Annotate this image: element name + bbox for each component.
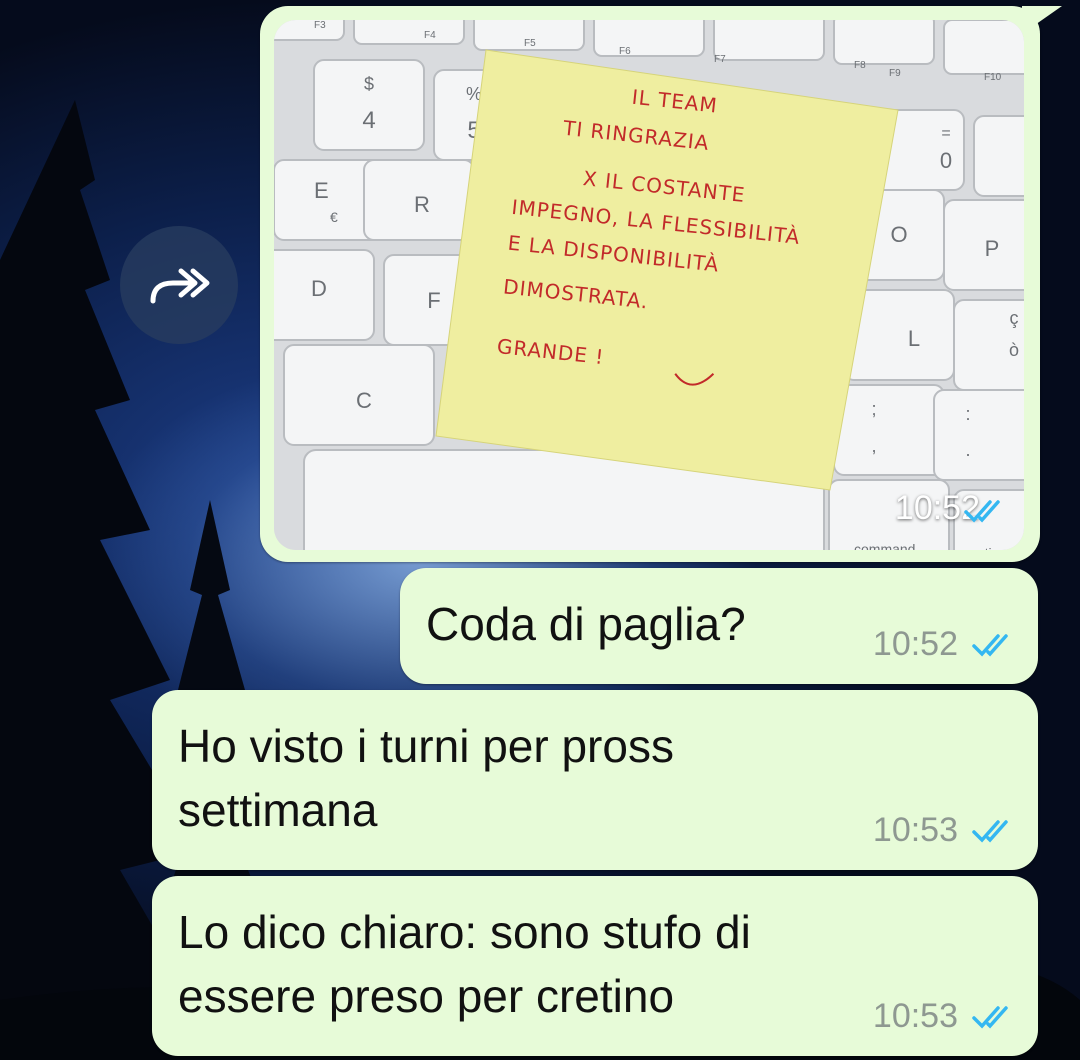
svg-text:C: C (356, 388, 372, 413)
read-receipt-icon (972, 820, 1008, 843)
sticky-note: IL TEAM TI RINGRAZIA X IL COSTANTE IMPEG… (435, 49, 899, 491)
svg-text:ò: ò (1009, 340, 1019, 360)
svg-text:F4: F4 (424, 30, 436, 41)
image-message-bubble[interactable]: F3 F4 F5 F6 F7 F8 F9 F10 $ 4 % 5 = 0 E €… (260, 6, 1062, 562)
text-message-bubble[interactable]: Coda di paglia? 10:52 (400, 568, 1038, 684)
svg-text:F3: F3 (314, 20, 326, 31)
forward-button[interactable] (120, 226, 238, 344)
forward-icon (150, 268, 210, 304)
svg-text:O: O (890, 222, 907, 247)
svg-text:R: R (414, 192, 430, 217)
svg-text:option: option (969, 545, 1007, 550)
svg-text:4: 4 (362, 107, 375, 134)
read-receipt-icon (972, 634, 1008, 657)
text-message-bubble[interactable]: Lo dico chiaro: sono stufo di essere pre… (152, 876, 1038, 1056)
read-receipt-icon (964, 500, 1000, 523)
svg-text:F5: F5 (524, 38, 536, 49)
svg-text:0: 0 (940, 148, 952, 173)
text-message-bubble[interactable]: Ho visto i turni per pross settimana 10:… (152, 690, 1038, 870)
sticky-note-photo[interactable]: F3 F4 F5 F6 F7 F8 F9 F10 $ 4 % 5 = 0 E €… (274, 20, 1024, 550)
message-time: 10:53 (872, 997, 958, 1035)
message-text: Lo dico chiaro: sono stufo di essere pre… (178, 906, 751, 1022)
svg-text:.: . (965, 440, 970, 460)
svg-text:E: E (314, 178, 329, 203)
svg-text:F: F (427, 288, 440, 313)
svg-text:F6: F6 (619, 46, 631, 57)
message-text: Ho visto i turni per pross settimana (178, 720, 674, 836)
svg-text:;: ; (871, 399, 876, 419)
svg-text:F10: F10 (984, 72, 1002, 83)
read-receipt-icon (972, 1006, 1008, 1029)
svg-text:F7: F7 (714, 54, 726, 65)
svg-text:command: command (854, 541, 915, 550)
svg-text:D: D (311, 276, 327, 301)
svg-text:ç: ç (1010, 308, 1019, 328)
bubble-tail (1022, 6, 1062, 34)
svg-text:€: € (330, 209, 338, 225)
svg-text:P: P (985, 236, 1000, 261)
svg-text:$: $ (364, 74, 374, 94)
svg-text:F8: F8 (854, 60, 866, 71)
svg-text:F9: F9 (889, 68, 901, 79)
message-time: 10:52 (872, 625, 958, 663)
keyboard-photo-drawing: F3 F4 F5 F6 F7 F8 F9 F10 $ 4 % 5 = 0 E €… (274, 20, 1024, 550)
svg-text:L: L (908, 326, 920, 351)
svg-text::: : (965, 404, 970, 424)
message-time: 10:53 (872, 811, 958, 849)
svg-text:,: , (871, 436, 876, 456)
message-text: Coda di paglia? (426, 598, 746, 650)
svg-text:=: = (941, 125, 950, 142)
